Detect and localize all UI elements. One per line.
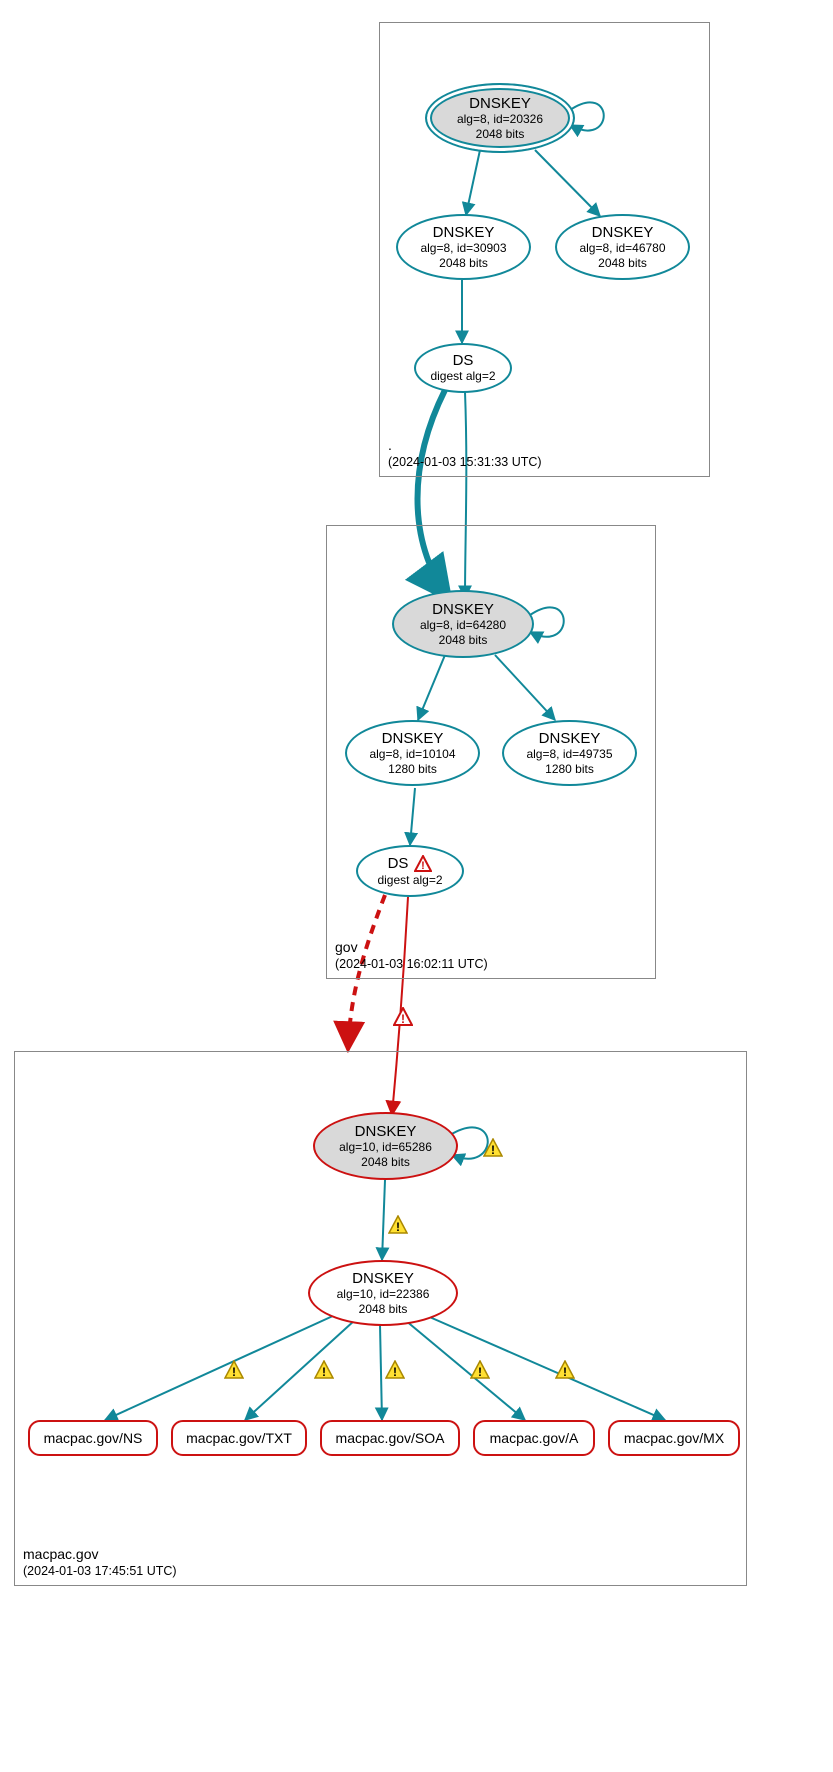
- zone-gov-label: gov (2024-01-03 16:02:11 UTC): [335, 938, 488, 972]
- node-sub1: alg=8, id=64280: [420, 618, 506, 632]
- zone-gov-name: gov: [335, 938, 488, 956]
- svg-text:!: !: [478, 1365, 482, 1379]
- node-sub2: 2048 bits: [439, 256, 488, 270]
- rrset-label: macpac.gov/SOA: [336, 1430, 445, 1446]
- rrset-label: macpac.gov/A: [490, 1430, 579, 1446]
- node-title: DNSKEY: [352, 1270, 414, 1287]
- rrset-a: macpac.gov/A: [473, 1420, 595, 1456]
- node-gov-ksk: DNSKEY alg=8, id=64280 2048 bits: [392, 590, 534, 658]
- zone-gov-time: (2024-01-03 16:02:11 UTC): [335, 956, 488, 972]
- svg-text:!: !: [563, 1365, 567, 1379]
- node-sub2: 2048 bits: [439, 633, 488, 647]
- node-sub2: 2048 bits: [359, 1302, 408, 1316]
- rrset-ns: macpac.gov/NS: [28, 1420, 158, 1456]
- warning-yellow-icon: !: [385, 1360, 405, 1380]
- node-macpac-zsk: DNSKEY alg=10, id=22386 2048 bits: [308, 1260, 458, 1326]
- node-title: DNSKEY: [355, 1123, 417, 1140]
- node-sub2: 1280 bits: [388, 762, 437, 776]
- zone-macpac-name: macpac.gov: [23, 1545, 177, 1563]
- rrset-label: macpac.gov/MX: [624, 1430, 724, 1446]
- node-gov-ds: DS ! digest alg=2: [356, 845, 464, 897]
- svg-text:!: !: [232, 1365, 236, 1379]
- warning-yellow-icon: !: [470, 1360, 490, 1380]
- node-sub2: 1280 bits: [545, 762, 594, 776]
- rrset-txt: macpac.gov/TXT: [171, 1420, 307, 1456]
- node-sub2: 2048 bits: [361, 1155, 410, 1169]
- zone-root-name: .: [388, 436, 542, 454]
- node-gov-zsk-49735: DNSKEY alg=8, id=49735 1280 bits: [502, 720, 637, 786]
- warning-yellow-icon: !: [224, 1360, 244, 1380]
- zone-root-time: (2024-01-03 15:31:33 UTC): [388, 454, 542, 470]
- node-gov-zsk-10104: DNSKEY alg=8, id=10104 1280 bits: [345, 720, 480, 786]
- node-root-ksk: DNSKEY alg=8, id=20326 2048 bits: [425, 83, 575, 153]
- node-sub1: alg=8, id=10104: [369, 747, 455, 761]
- rrset-label: macpac.gov/TXT: [186, 1430, 292, 1446]
- node-macpac-ksk: DNSKEY alg=10, id=65286 2048 bits: [313, 1112, 458, 1180]
- rrset-soa: macpac.gov/SOA: [320, 1420, 460, 1456]
- svg-text:!: !: [422, 860, 426, 872]
- svg-text:!: !: [401, 1012, 405, 1026]
- node-sub1: alg=10, id=22386: [337, 1287, 430, 1301]
- node-title: DNSKEY: [539, 730, 601, 747]
- node-sub1: alg=8, id=30903: [420, 241, 506, 255]
- warning-yellow-icon: !: [483, 1138, 503, 1158]
- rrset-mx: macpac.gov/MX: [608, 1420, 740, 1456]
- node-title: DS: [388, 855, 409, 872]
- warning-yellow-icon: !: [555, 1360, 575, 1380]
- node-title: DNSKEY: [469, 95, 531, 112]
- svg-text:!: !: [322, 1365, 326, 1379]
- node-root-ds: DS digest alg=2: [414, 343, 512, 393]
- node-sub1: alg=8, id=46780: [579, 241, 665, 255]
- node-title: DS: [453, 352, 474, 369]
- zone-root-label: . (2024-01-03 15:31:33 UTC): [388, 436, 542, 470]
- node-root-zsk-30903: DNSKEY alg=8, id=30903 2048 bits: [396, 214, 531, 280]
- node-sub1: alg=8, id=20326: [457, 112, 543, 126]
- warning-yellow-icon: !: [388, 1215, 408, 1235]
- node-title: DNSKEY: [433, 224, 495, 241]
- rrset-label: macpac.gov/NS: [44, 1430, 143, 1446]
- warning-red-icon: !: [414, 855, 432, 873]
- warning-yellow-icon: !: [314, 1360, 334, 1380]
- node-root-zsk-46780: DNSKEY alg=8, id=46780 2048 bits: [555, 214, 690, 280]
- svg-text:!: !: [393, 1365, 397, 1379]
- node-title: DNSKEY: [432, 601, 494, 618]
- warning-red-icon: !: [393, 1007, 413, 1027]
- node-sub1: digest alg=2: [430, 369, 495, 383]
- svg-text:!: !: [491, 1143, 495, 1157]
- node-sub2: 2048 bits: [476, 127, 525, 141]
- svg-text:!: !: [396, 1220, 400, 1234]
- node-sub2: 2048 bits: [598, 256, 647, 270]
- zone-macpac-label: macpac.gov (2024-01-03 17:45:51 UTC): [23, 1545, 177, 1579]
- node-sub1: alg=10, id=65286: [339, 1140, 432, 1154]
- node-title: DNSKEY: [382, 730, 444, 747]
- zone-macpac-time: (2024-01-03 17:45:51 UTC): [23, 1563, 177, 1579]
- node-sub1: digest alg=2: [377, 873, 442, 887]
- node-title: DNSKEY: [592, 224, 654, 241]
- node-sub1: alg=8, id=49735: [526, 747, 612, 761]
